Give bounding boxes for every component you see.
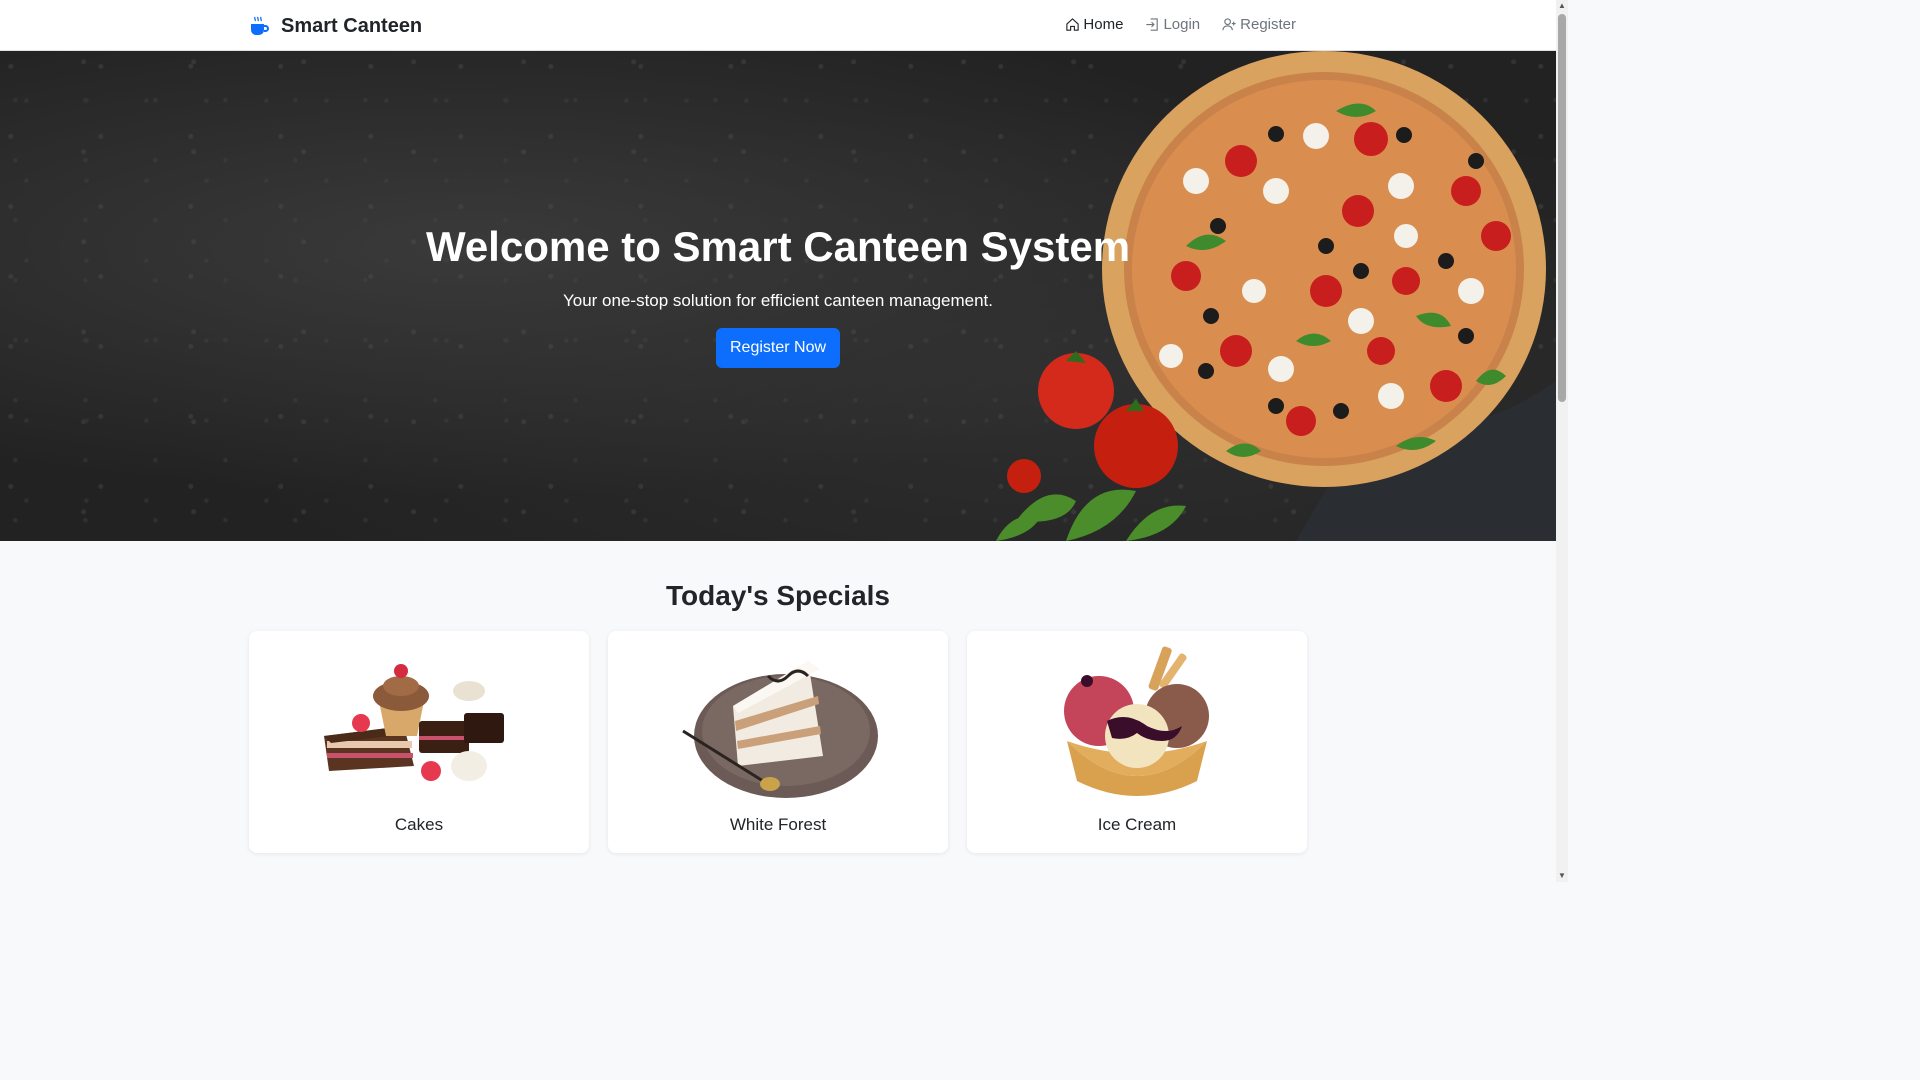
special-item-label: Cakes — [394, 815, 444, 834]
special-card-ice-cream[interactable]: Ice Cream — [967, 631, 1307, 853]
nav-link-home[interactable]: Home — [1065, 16, 1123, 33]
navbar: Smart Canteen Home Login Register — [0, 0, 1556, 51]
login-icon — [1146, 18, 1159, 31]
house-icon — [1066, 18, 1080, 31]
scroll-thumb[interactable] — [1558, 14, 1566, 402]
nav-link-label: Home — [1083, 16, 1124, 33]
nav-link-label: Register — [1240, 16, 1296, 33]
hero-title: Welcome to Smart Canteen System — [425, 223, 1131, 270]
nav-link-login[interactable]: Login — [1145, 16, 1200, 33]
cakes-image — [324, 664, 504, 781]
hero-section: Welcome to Smart Canteen System Your one… — [0, 51, 1556, 541]
white-forest-image — [682, 661, 878, 798]
ice-cream-image — [1064, 646, 1209, 796]
special-card-white-forest[interactable]: White Forest — [608, 631, 948, 853]
specials-title: Today's Specials — [665, 580, 890, 611]
brand[interactable]: Smart Canteen — [247, 14, 422, 38]
special-item-label: White Forest — [729, 815, 827, 834]
coffee-cup-icon — [251, 16, 269, 35]
nav-link-label: Login — [1163, 16, 1201, 33]
hero-subtitle: Your one-stop solution for efficient can… — [562, 291, 993, 310]
register-now-button[interactable]: Register Now — [716, 328, 840, 368]
scroll-down-arrow-icon[interactable]: ▼ — [1556, 870, 1568, 882]
special-item-label: Ice Cream — [1097, 815, 1177, 834]
brand-name: Smart Canteen — [281, 14, 423, 37]
nav-links: Home Login Register — [1065, 16, 1296, 33]
special-card-cakes[interactable]: Cakes — [249, 631, 589, 853]
hero-content: Welcome to Smart Canteen System Your one… — [0, 51, 1556, 541]
nav-link-register[interactable]: Register — [1222, 16, 1296, 33]
person-plus-icon — [1222, 18, 1236, 31]
page-scrollbar[interactable]: ▲ ▼ — [1556, 0, 1568, 882]
scroll-up-arrow-icon[interactable]: ▲ — [1556, 0, 1568, 12]
